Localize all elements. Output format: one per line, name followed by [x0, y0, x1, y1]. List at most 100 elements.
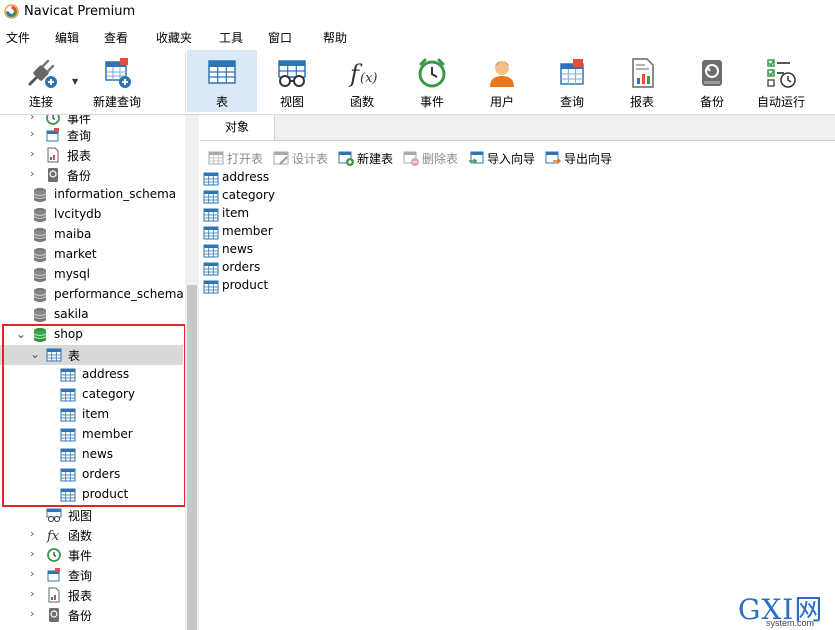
navigation-scrollbar[interactable]: [185, 115, 199, 630]
view-button[interactable]: 视图: [257, 50, 327, 112]
tree-item-queries-group[interactable]: › 查询: [0, 565, 183, 585]
function-button[interactable]: f (x) 函数: [327, 50, 397, 112]
window-title: Navicat Premium: [24, 4, 136, 19]
menu-favorites[interactable]: 收藏夹: [156, 29, 192, 46]
function-label: 函数: [349, 95, 374, 109]
tree-label: 函数: [68, 529, 93, 543]
expand-arrow-icon[interactable]: ›: [30, 115, 34, 123]
menu-view[interactable]: 查看: [104, 29, 128, 46]
user-button[interactable]: 用户: [467, 50, 537, 112]
view-icon: [46, 508, 62, 522]
menu-help[interactable]: 帮助: [323, 29, 347, 46]
tree-item-views-group[interactable]: 视图: [0, 505, 183, 525]
table-icon: [203, 190, 219, 204]
main-toolbar: 连接 ▼ 新建查询 表 视图 f (x) 函数 事件 用户 查询 报表 备份 自…: [0, 48, 835, 115]
connect-label: 连接: [28, 95, 53, 109]
tab-objects[interactable]: 对象: [200, 115, 275, 140]
report-icon: [48, 587, 60, 603]
menu-edit[interactable]: 编辑: [55, 29, 79, 46]
menu-file[interactable]: 文件: [6, 29, 30, 46]
tree-item-backups-group[interactable]: › 备份: [0, 605, 183, 625]
title-bar: Navicat Premium: [0, 0, 835, 24]
object-name: news: [222, 242, 254, 256]
tree-label: 事件: [68, 549, 93, 563]
database-icon: [33, 188, 47, 202]
function-icon: f (x): [348, 60, 377, 88]
tree-item-database[interactable]: market: [0, 245, 183, 265]
table-icon: [203, 244, 219, 258]
object-name: category: [222, 188, 276, 202]
new-query-button[interactable]: 新建查询: [82, 50, 152, 112]
scrollbar-thumb[interactable]: [187, 285, 197, 630]
object-toolbar: 打开表 设计表 新建表 删除表 导入向导 导出向导: [200, 147, 835, 169]
tree-item-database[interactable]: sakila: [0, 305, 183, 325]
backup-icon: [48, 168, 58, 182]
object-name: orders: [222, 260, 261, 274]
menu-bar: 文件 编辑 查看 收藏夹 工具 窗口 帮助: [0, 26, 835, 48]
menu-tools[interactable]: 工具: [219, 29, 243, 46]
tree-item-database[interactable]: lvcitydb: [0, 205, 183, 225]
navigation-tree: › 事件 › 查询 › 报表 › 备份 information_schema l…: [0, 115, 185, 630]
tree-item-report[interactable]: › 报表: [0, 145, 183, 165]
event-button[interactable]: 事件: [397, 50, 467, 112]
connect-dropdown-arrow-icon[interactable]: ▼: [72, 77, 78, 86]
table-label: 表: [215, 95, 228, 109]
tree-item-events-group[interactable]: › 事件: [0, 545, 183, 565]
table-button[interactable]: 表: [187, 50, 257, 112]
query-button[interactable]: 查询: [537, 50, 607, 112]
tree-label: 备份: [68, 609, 93, 623]
table-icon: [203, 262, 219, 276]
database-icon: [33, 228, 47, 242]
svg-text:fx: fx: [46, 529, 60, 543]
report-button[interactable]: 报表: [607, 50, 677, 112]
expand-arrow-icon[interactable]: ›: [30, 567, 34, 580]
query-icon: [47, 568, 60, 582]
tree-item-database[interactable]: performance_schema: [0, 285, 184, 305]
backup-button[interactable]: 备份: [677, 50, 747, 112]
query-icon: [560, 59, 584, 85]
expand-arrow-icon[interactable]: ›: [30, 127, 34, 140]
expand-arrow-icon[interactable]: ›: [30, 547, 34, 560]
object-name: item: [222, 206, 250, 220]
table-icon: [203, 208, 219, 222]
database-icon: [33, 288, 47, 302]
tree-label: market: [54, 247, 97, 261]
database-icon: [33, 208, 47, 222]
expand-arrow-icon[interactable]: ›: [30, 167, 34, 180]
expand-arrow-icon[interactable]: ›: [30, 527, 34, 540]
tree-label: 备份: [67, 169, 92, 183]
import-wizard-label: 导入向导: [487, 152, 536, 166]
tree-item-database[interactable]: maiba: [0, 225, 183, 245]
table-icon: [203, 226, 219, 240]
automation-button[interactable]: 自动运行: [747, 50, 815, 112]
tree-label: maiba: [54, 227, 92, 241]
object-name: member: [222, 224, 273, 238]
expand-arrow-icon[interactable]: ›: [30, 587, 34, 600]
toolbar-separator: [185, 52, 186, 112]
connect-button[interactable]: 连接: [6, 50, 76, 112]
tree-item-query[interactable]: › 查询: [0, 125, 183, 145]
object-name: product: [222, 278, 269, 292]
expand-arrow-icon[interactable]: ›: [30, 147, 34, 160]
backup-icon: [49, 608, 59, 622]
query-label: 查询: [559, 95, 584, 109]
report-label: 报表: [629, 95, 654, 109]
tree-item-functions-group[interactable]: › fx 函数: [0, 525, 183, 545]
tree-item-reports-group[interactable]: › 报表: [0, 585, 183, 605]
user-label: 用户: [489, 95, 514, 109]
tree-item-database[interactable]: mysql: [0, 265, 183, 285]
open-table-label: 打开表: [227, 152, 264, 166]
expand-arrow-icon[interactable]: ›: [30, 607, 34, 620]
tree-label: 查询: [68, 569, 93, 583]
new-table-icon: [338, 151, 354, 166]
tree-label: 报表: [67, 149, 92, 163]
new-table-label: 新建表: [357, 152, 394, 166]
tree-label: 报表: [68, 589, 93, 603]
query-icon: [46, 128, 59, 142]
tree-item-database[interactable]: information_schema: [0, 185, 183, 205]
automation-icon: [767, 59, 796, 88]
menu-window[interactable]: 窗口: [268, 29, 292, 46]
database-icon: [33, 268, 47, 282]
tree-item-backup[interactable]: › 备份: [0, 165, 183, 185]
open-table-icon: [208, 151, 224, 165]
